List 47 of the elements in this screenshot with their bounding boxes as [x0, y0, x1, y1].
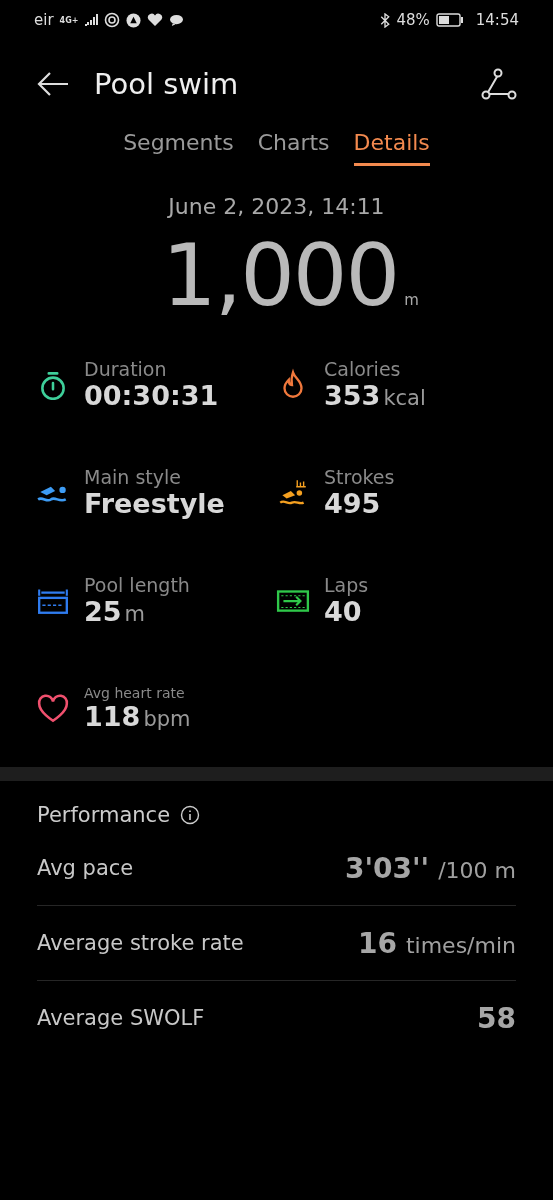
battery-percent: 48%: [396, 11, 430, 29]
metric-value: 16: [357, 926, 397, 960]
metric-label: Average stroke rate: [37, 931, 244, 955]
stat-value: 40: [324, 595, 362, 627]
stat-label: Main style: [84, 465, 182, 488]
stat-value: Freestyle: [84, 487, 225, 519]
stat-unit: bpm: [143, 706, 191, 731]
stat-value: 495: [324, 487, 381, 519]
stat-value: 25: [84, 595, 122, 627]
hotspot-icon: [104, 12, 121, 28]
stat-label: Avg heart rate: [84, 684, 186, 701]
stat-unit: kcal: [383, 385, 426, 410]
screen-title: Pool swim: [94, 67, 240, 101]
stat-label: Strokes: [324, 465, 395, 488]
section-title: Performance: [37, 803, 171, 827]
tab[interactable]: Charts: [257, 130, 330, 166]
distance-unit: m: [404, 291, 419, 309]
metric-label: Avg pace: [37, 856, 134, 880]
network-type: 4G+: [59, 15, 79, 25]
metric-value: 58: [477, 1001, 516, 1035]
battery-icon: [435, 13, 464, 27]
stat-value: 00:30:31: [84, 379, 219, 411]
triangle-app-icon: [126, 12, 142, 28]
metric-unit: times/min: [405, 932, 516, 958]
stat-label: Duration: [84, 357, 168, 380]
carrier-name: eir: [34, 11, 54, 29]
clock-time: 14:54: [475, 11, 519, 29]
heart-app-icon: [147, 13, 164, 27]
stat-label: Calories: [324, 357, 402, 380]
stat-label: Pool length: [84, 573, 190, 596]
stat-value: 353: [324, 379, 381, 411]
info-icon[interactable]: [180, 805, 201, 825]
metric-value: 3'03'': [345, 851, 430, 885]
stat-unit: m: [124, 601, 146, 626]
tab[interactable]: Details: [353, 130, 430, 166]
signal-icon: [84, 14, 99, 26]
route-share-icon[interactable]: [481, 68, 517, 100]
bluetooth-icon: [380, 12, 391, 28]
metric-label: Average SWOLF: [37, 1006, 205, 1030]
metric-unit: /100 m: [438, 857, 516, 883]
distance-value: 1,000: [162, 225, 399, 325]
workout-date: June 2, 2023, 14:11: [166, 194, 386, 219]
chat-icon: [169, 13, 185, 27]
stat-value: 118: [84, 700, 141, 732]
back-arrow-icon[interactable]: [36, 71, 70, 97]
tab[interactable]: Segments: [123, 130, 234, 166]
stat-label: Laps: [324, 573, 369, 596]
